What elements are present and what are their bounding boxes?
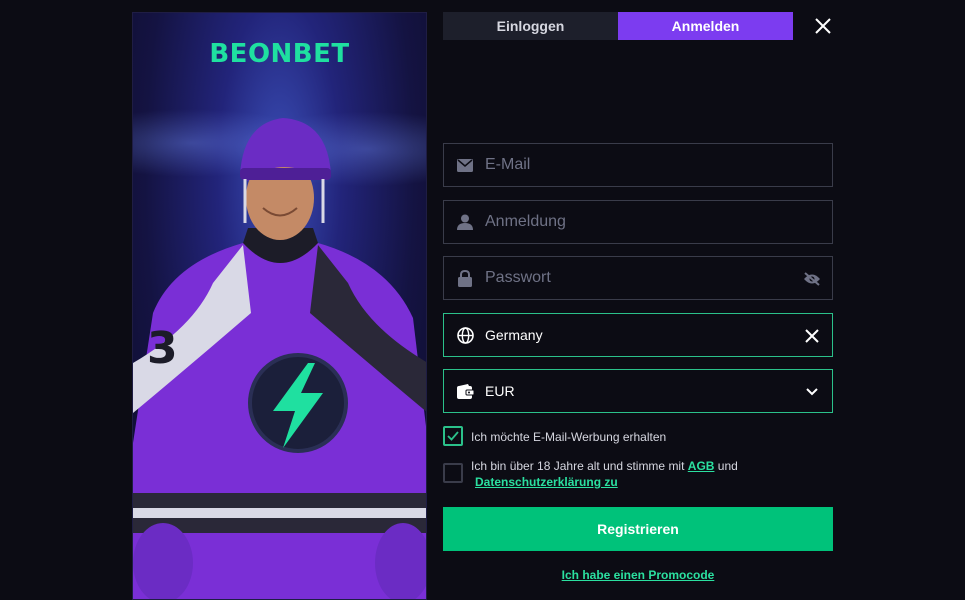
svg-text:3: 3 <box>147 323 178 374</box>
wallet-icon <box>456 382 474 400</box>
age-terms-checkbox[interactable] <box>443 463 463 483</box>
globe-icon <box>456 326 474 344</box>
promo-row: Ich habe einen Promocode <box>443 568 833 582</box>
privacy-link[interactable]: Datenschutzerklärung zu <box>475 475 618 489</box>
tab-login[interactable]: Einloggen <box>443 12 618 40</box>
email-placeholder: E-Mail <box>485 156 531 173</box>
auth-tabs: Einloggen Anmelden <box>443 12 793 40</box>
password-placeholder: Passwort <box>485 269 551 286</box>
promocode-link[interactable]: Ich habe einen Promocode <box>562 568 715 582</box>
currency-value: EUR <box>485 383 515 399</box>
user-icon <box>456 213 474 231</box>
age-terms-label: Ich bin über 18 Jahre alt und stimme mit… <box>471 458 738 490</box>
check-icon <box>447 431 459 441</box>
age-terms-prefix: Ich bin über 18 Jahre alt und stimme mit <box>471 459 688 473</box>
currency-select[interactable]: EUR <box>443 369 833 413</box>
tab-register[interactable]: Anmelden <box>618 12 793 40</box>
email-field[interactable]: E-Mail <box>443 143 833 187</box>
promo-banner: BEONBET 3 <box>132 12 427 600</box>
brand-logo: BEONBET <box>209 39 350 69</box>
email-ads-checkbox[interactable] <box>443 426 463 446</box>
close-icon[interactable] <box>813 16 833 36</box>
login-placeholder: Anmeldung <box>485 213 566 230</box>
country-value: Germany <box>485 327 543 343</box>
agb-link[interactable]: AGB <box>688 459 715 473</box>
eye-off-icon[interactable] <box>802 269 822 289</box>
hockey-player-illustration: 3 <box>133 118 426 599</box>
envelope-icon <box>456 156 474 174</box>
lock-icon <box>456 269 474 287</box>
age-terms-mid: und <box>714 459 738 473</box>
chevron-down-icon[interactable] <box>802 382 822 402</box>
clear-icon[interactable] <box>802 326 822 346</box>
email-ads-label: Ich möchte E-Mail-Werbung erhalten <box>471 430 667 444</box>
country-select[interactable]: Germany <box>443 313 833 357</box>
login-field[interactable]: Anmeldung <box>443 200 833 244</box>
register-button[interactable]: Registrieren <box>443 507 833 551</box>
email-ads-option: Ich möchte E-Mail-Werbung erhalten <box>443 426 666 446</box>
age-terms-option: Ich bin über 18 Jahre alt und stimme mit… <box>443 458 738 490</box>
password-field[interactable]: Passwort <box>443 256 833 300</box>
